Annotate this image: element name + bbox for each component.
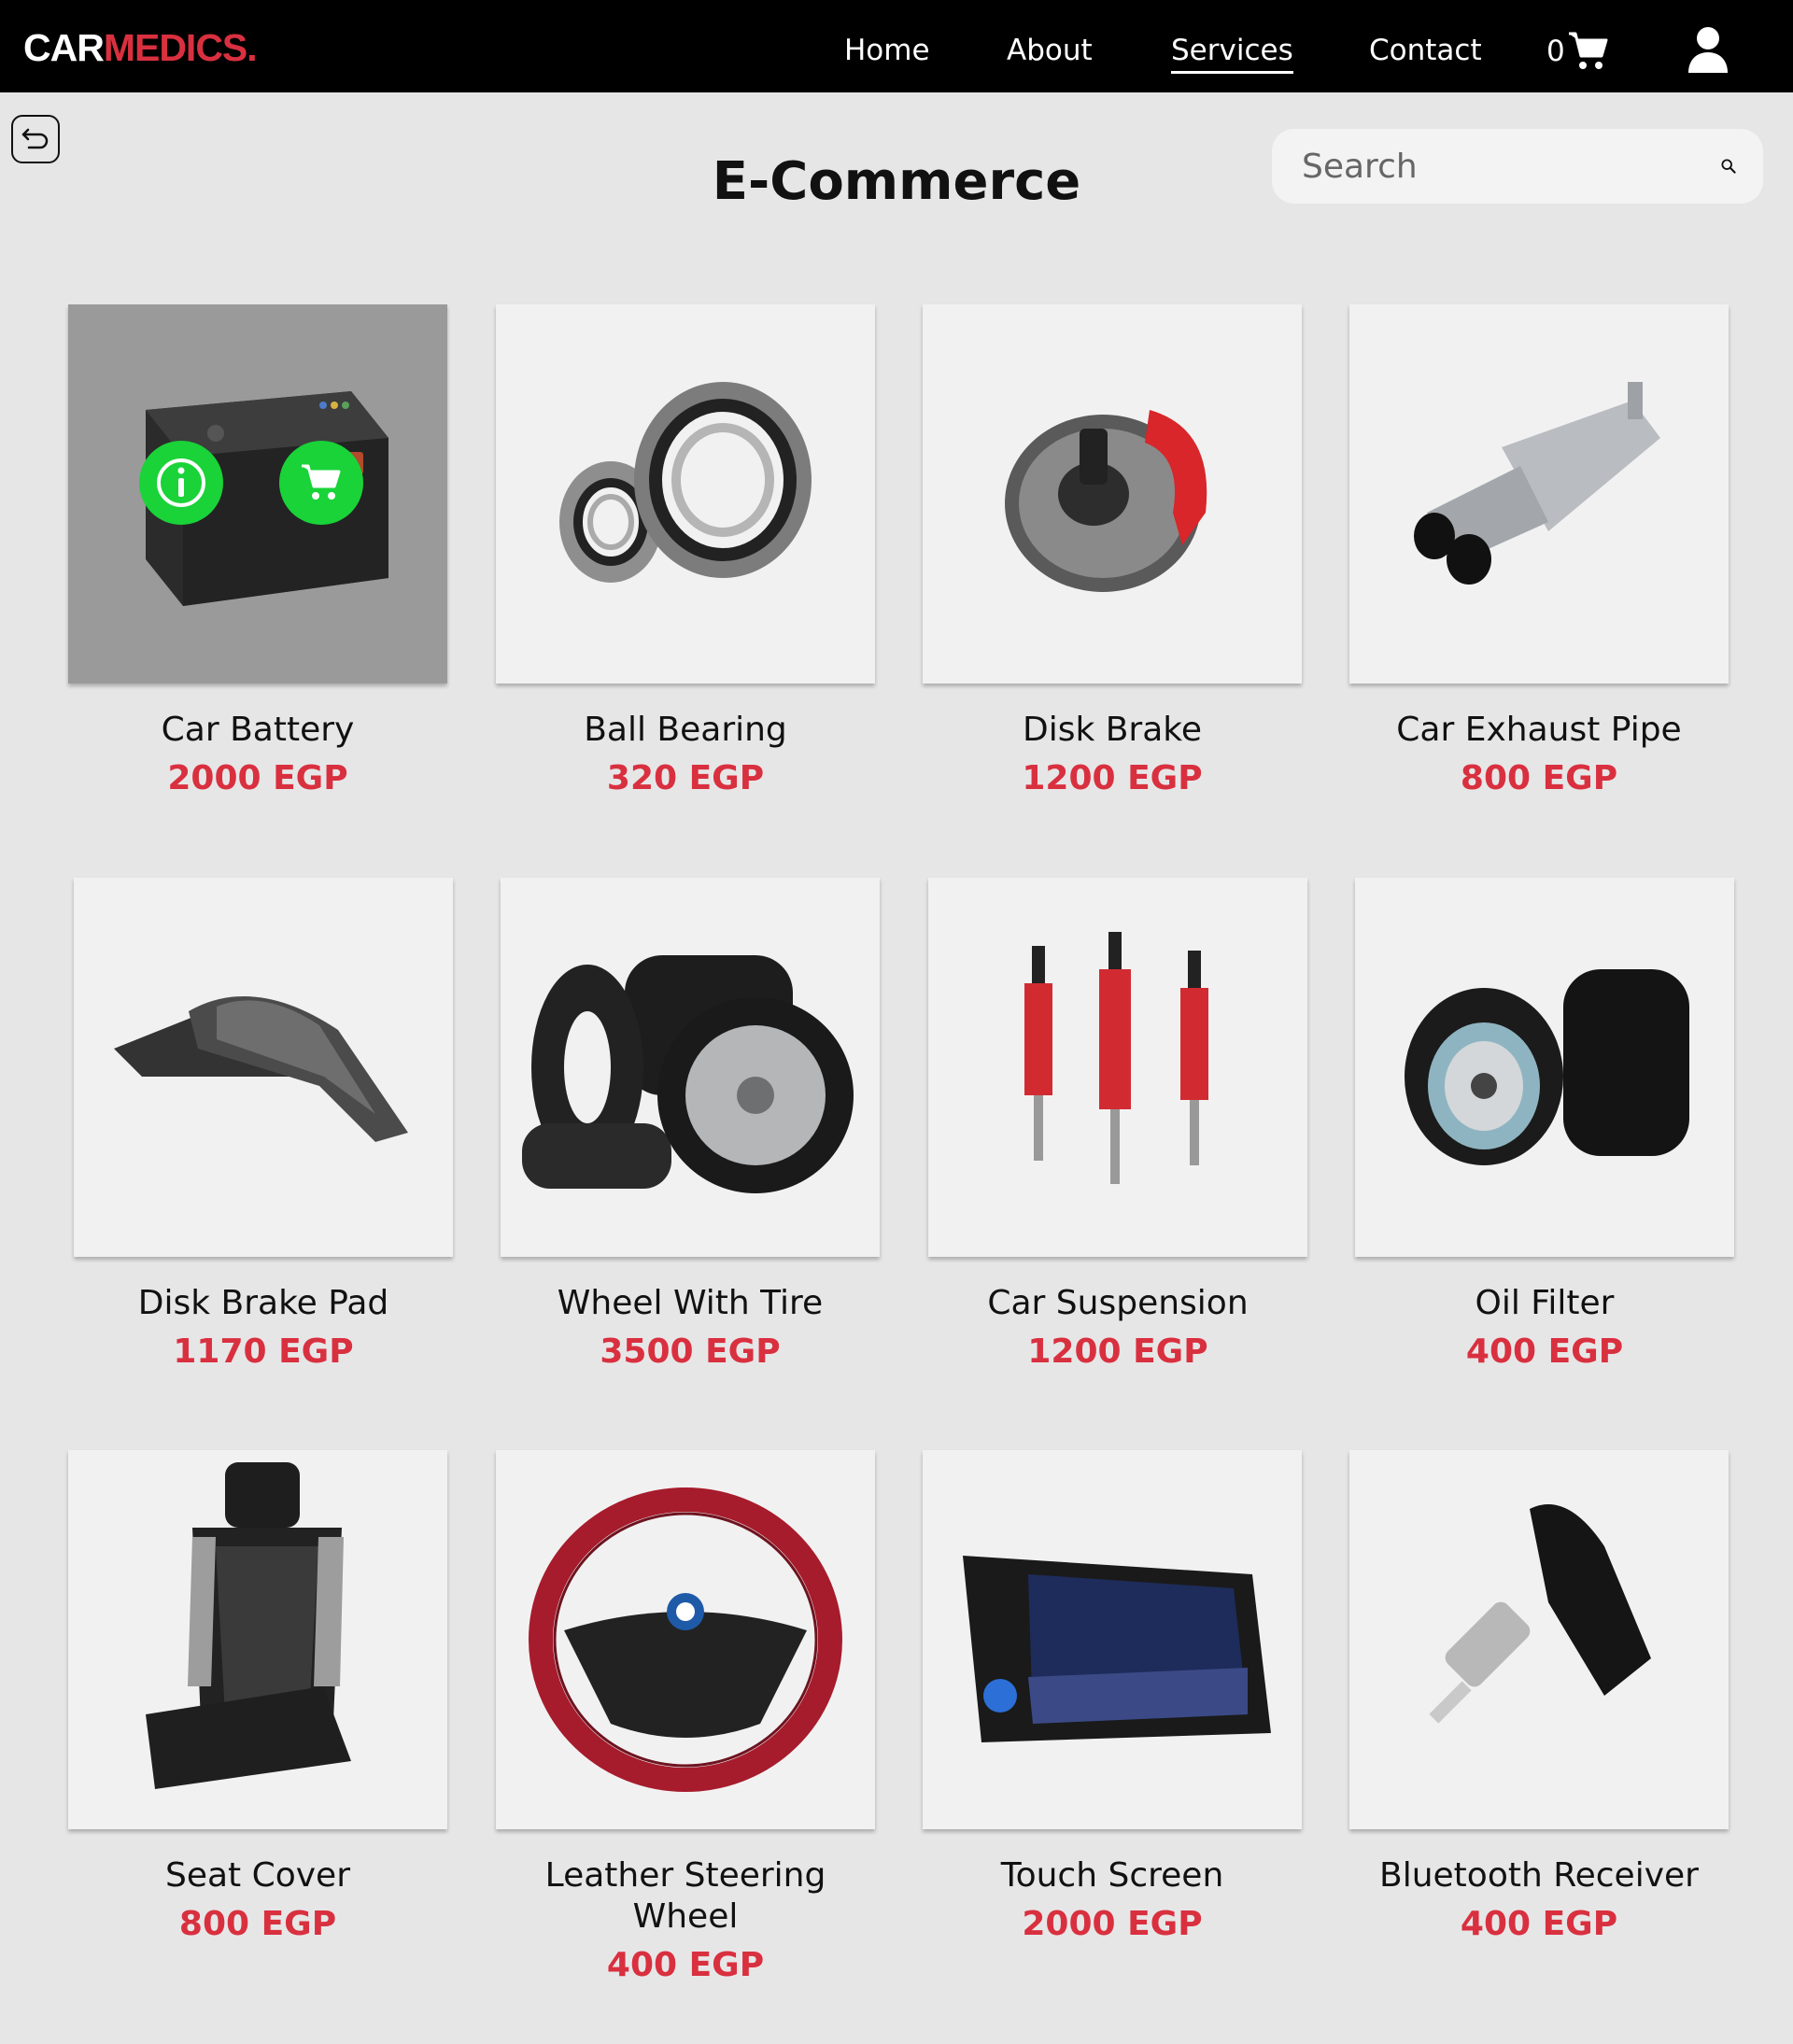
product-price: 2000 EGP [167, 759, 348, 797]
product-name[interactable]: Leather Steering Wheel [496, 1855, 875, 1938]
exhaust-pipe-icon [1414, 382, 1660, 585]
product-image[interactable] [68, 304, 447, 684]
cart-count: 0 [1546, 35, 1565, 68]
back-arrow-icon [21, 128, 49, 149]
nav-about-link[interactable]: About [1007, 32, 1093, 69]
nav-contact-link[interactable]: Contact [1369, 32, 1482, 69]
cart-button[interactable]: 0 [1546, 28, 1608, 75]
product-card[interactable]: Car Exhaust Pipe 800 EGP [1349, 304, 1729, 799]
product-price: 400 EGP [1460, 1905, 1618, 1943]
product-card[interactable]: Leather Steering Wheel 400 EGP [496, 1450, 875, 1986]
product-name[interactable]: Car Exhaust Pipe [1349, 710, 1729, 751]
product-name[interactable]: Car Battery [68, 710, 447, 751]
product-card[interactable]: Wheel With Tire 3500 EGP [501, 878, 880, 1373]
product-name[interactable]: Car Suspension [928, 1283, 1307, 1324]
product-price: 400 EGP [1465, 1332, 1624, 1371]
nav-home-link[interactable]: Home [844, 32, 930, 69]
product-image[interactable] [74, 878, 453, 1257]
product-name[interactable]: Bluetooth Receiver [1349, 1855, 1729, 1896]
info-button[interactable] [139, 441, 223, 525]
product-image[interactable] [1355, 878, 1734, 1257]
product-price: 800 EGP [178, 1905, 337, 1943]
bearing-icon [559, 382, 812, 583]
user-profile-button[interactable] [1687, 26, 1729, 77]
product-price: 3500 EGP [600, 1332, 781, 1371]
steering-wheel-icon [529, 1487, 842, 1792]
product-card[interactable]: Ball Bearing 320 EGP [496, 304, 875, 799]
product-image[interactable] [68, 1450, 447, 1829]
product-image[interactable] [923, 1450, 1302, 1829]
product-card[interactable]: Car Battery 2000 EGP [68, 304, 447, 799]
brake-pad-icon [114, 996, 408, 1142]
logo[interactable]: CARMEDICS. [23, 25, 258, 70]
product-image[interactable] [1349, 304, 1729, 684]
product-name[interactable]: Seat Cover [68, 1855, 447, 1896]
product-price: 320 EGP [606, 759, 765, 797]
seat-icon [146, 1462, 351, 1789]
oil-filter-icon [1405, 969, 1689, 1165]
product-card[interactable]: Disk Brake 1200 EGP [923, 304, 1302, 799]
product-name[interactable]: Oil Filter [1355, 1283, 1734, 1324]
product-image[interactable] [928, 878, 1307, 1257]
add-to-cart-button[interactable] [279, 441, 363, 525]
bluetooth-receiver-icon [1429, 1504, 1651, 1724]
user-icon [1688, 27, 1728, 73]
product-image[interactable] [496, 1450, 875, 1829]
product-price: 1170 EGP [173, 1332, 354, 1371]
product-price: 800 EGP [1460, 759, 1618, 797]
cart-icon [302, 464, 341, 500]
product-name[interactable]: Disk Brake [923, 710, 1302, 751]
touch-screen-icon [963, 1556, 1271, 1742]
suspension-icon [1024, 932, 1208, 1184]
top-navbar: CARMEDICS. Home About Services Contact 0 [0, 0, 1793, 92]
product-name[interactable]: Ball Bearing [496, 710, 875, 751]
product-image[interactable] [496, 304, 875, 684]
product-card[interactable]: Seat Cover 800 EGP [68, 1450, 447, 1945]
disk-brake-icon [1005, 410, 1207, 592]
product-card[interactable]: Disk Brake Pad 1170 EGP [74, 878, 453, 1373]
product-image[interactable] [923, 304, 1302, 684]
nav-services-link[interactable]: Services [1171, 32, 1293, 74]
wheel-tire-icon [522, 955, 854, 1193]
product-card[interactable]: Touch Screen 2000 EGP [923, 1450, 1302, 1945]
product-name[interactable]: Touch Screen [923, 1855, 1302, 1896]
info-icon [157, 458, 205, 507]
product-card[interactable]: Bluetooth Receiver 400 EGP [1349, 1450, 1729, 1945]
product-name[interactable]: Wheel With Tire [501, 1283, 880, 1324]
search-icon[interactable] [1720, 152, 1737, 180]
search-input[interactable] [1302, 147, 1720, 186]
product-name[interactable]: Disk Brake Pad [74, 1283, 453, 1324]
product-price: 1200 EGP [1027, 1332, 1208, 1371]
product-price: 2000 EGP [1022, 1905, 1203, 1943]
product-card[interactable]: Oil Filter 400 EGP [1355, 878, 1734, 1373]
product-card[interactable]: Car Suspension 1200 EGP [928, 878, 1307, 1373]
product-price: 400 EGP [606, 1946, 765, 1984]
cart-icon [1568, 32, 1608, 69]
product-price: 1200 EGP [1022, 759, 1203, 797]
search-bar [1272, 129, 1763, 204]
product-image[interactable] [501, 878, 880, 1257]
product-image[interactable] [1349, 1450, 1729, 1829]
